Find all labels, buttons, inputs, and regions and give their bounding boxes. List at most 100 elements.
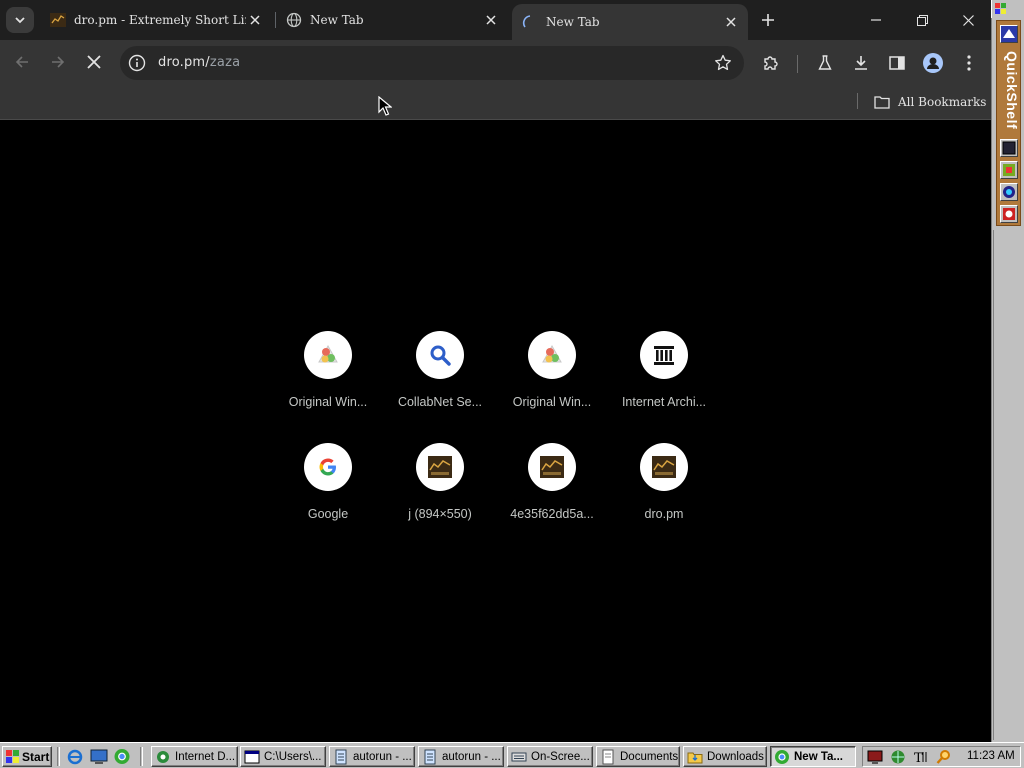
tab-dro-pm[interactable]: dro.pm - Extremely Short Link bbox=[40, 4, 272, 36]
extensions-button[interactable] bbox=[761, 53, 781, 73]
back-button[interactable] bbox=[8, 48, 36, 76]
shortcut-tile[interactable]: dro.pm bbox=[608, 443, 720, 543]
taskbar-task[interactable]: Internet D... bbox=[151, 746, 238, 767]
notepad-icon bbox=[335, 749, 347, 764]
quickshelf-item[interactable] bbox=[1000, 183, 1018, 201]
flask-icon bbox=[818, 55, 832, 70]
start-label: Start bbox=[22, 749, 50, 764]
original-win-icon bbox=[318, 344, 338, 363]
tab-title: dro.pm - Extremely Short Link bbox=[74, 13, 246, 27]
quickshelf-item[interactable] bbox=[1000, 139, 1018, 157]
task-label: autorun - ... bbox=[353, 750, 412, 763]
task-label: autorun - ... bbox=[442, 750, 501, 763]
keyboard-icon bbox=[511, 752, 527, 761]
bookmarks-separator bbox=[857, 93, 858, 109]
menu-button[interactable] bbox=[959, 53, 979, 73]
downloads-folder-icon bbox=[687, 752, 703, 763]
tab-search-button[interactable] bbox=[6, 7, 34, 33]
minimize-button[interactable] bbox=[861, 6, 891, 34]
taskbar-task[interactable]: autorun - ... bbox=[418, 746, 504, 767]
downloads-button[interactable] bbox=[851, 53, 871, 73]
shortcut-tile[interactable]: 4e35f62dd5a... bbox=[496, 443, 608, 543]
shortcut-icon-circle bbox=[304, 443, 352, 491]
tab-close-button[interactable] bbox=[246, 11, 264, 29]
dro-pm-icon bbox=[652, 456, 676, 478]
tab-close-button[interactable] bbox=[482, 11, 500, 29]
download-icon bbox=[855, 56, 867, 70]
dro-pm-icon bbox=[428, 456, 452, 478]
tab-new-tab[interactable]: New Tab bbox=[276, 4, 508, 36]
new-tab-button[interactable] bbox=[756, 8, 780, 32]
avatar-icon bbox=[923, 53, 943, 73]
tab-close-button[interactable] bbox=[722, 13, 740, 31]
taskbar-task-active[interactable]: New Ta... bbox=[770, 746, 856, 767]
more-vert-icon bbox=[967, 55, 971, 71]
star-icon[interactable] bbox=[714, 54, 732, 72]
system-tray: T 11:23 AM bbox=[862, 746, 1021, 767]
taskbar-task[interactable]: autorun - ... bbox=[329, 746, 415, 767]
close-icon bbox=[962, 14, 974, 26]
task-label: C:\Users\... bbox=[264, 750, 322, 763]
tab-strip: dro.pm - Extremely Short Link New Tab Ne… bbox=[0, 0, 991, 40]
all-bookmarks-button[interactable]: All Bookmarks bbox=[874, 92, 986, 112]
labs-button[interactable] bbox=[815, 53, 835, 73]
shortcut-tile[interactable]: Original Win... bbox=[272, 331, 384, 431]
new-tab-page: Original Win... CollabNet Se... Original… bbox=[0, 121, 991, 742]
taskbar-task[interactable]: C:\Users\... bbox=[240, 746, 326, 767]
info-icon[interactable] bbox=[128, 54, 146, 72]
show-desktop-icon[interactable] bbox=[90, 748, 108, 765]
google-g-icon bbox=[319, 458, 336, 476]
side-panel-button[interactable] bbox=[887, 53, 907, 73]
windows-flag-icon bbox=[995, 3, 1006, 14]
quickshelf-toolbar: QuickShelf bbox=[996, 20, 1021, 226]
close-icon bbox=[486, 15, 496, 25]
profile-button[interactable] bbox=[923, 53, 943, 73]
task-label: On-Scree... bbox=[531, 750, 590, 763]
quickshelf-logo-button[interactable] bbox=[1000, 25, 1018, 43]
shortcut-icon-circle bbox=[640, 443, 688, 491]
shortcut-icon-circle bbox=[640, 331, 688, 379]
shortcut-tile[interactable]: Original Win... bbox=[496, 331, 608, 431]
tab-new-tab-active[interactable]: New Tab bbox=[512, 4, 748, 40]
restore-button[interactable] bbox=[907, 6, 937, 34]
shortcut-icon-circle bbox=[416, 331, 464, 379]
ime-icon[interactable]: T bbox=[913, 749, 929, 765]
shortcut-tile[interactable]: Internet Archi... bbox=[608, 331, 720, 431]
taskbar-task[interactable]: On-Scree... bbox=[507, 746, 593, 767]
shortcut-tile[interactable]: CollabNet Se... bbox=[384, 331, 496, 431]
url-host: dro.pm/ bbox=[158, 55, 210, 70]
monitor-icon[interactable] bbox=[867, 749, 883, 765]
shortcut-tile[interactable]: Google bbox=[272, 443, 384, 543]
taskbar: Start Internet D... C:\Users\... autorun… bbox=[0, 742, 1024, 768]
shortcut-label: Internet Archi... bbox=[621, 395, 707, 409]
loading-icon bbox=[522, 15, 531, 28]
bookmarks-bar: All Bookmarks bbox=[0, 84, 991, 120]
ie-icon[interactable] bbox=[66, 748, 84, 765]
search-tray-icon[interactable] bbox=[936, 749, 952, 765]
stop-loading-button[interactable] bbox=[80, 48, 108, 76]
plus-icon bbox=[762, 14, 774, 26]
original-win-icon bbox=[542, 344, 562, 363]
start-button[interactable]: Start bbox=[2, 746, 52, 767]
network-globe-icon[interactable] bbox=[890, 749, 906, 765]
app-icon bbox=[1002, 141, 1016, 155]
forward-button[interactable] bbox=[44, 48, 72, 76]
close-window-button[interactable] bbox=[953, 6, 983, 34]
taskbar-task[interactable]: Downloads bbox=[683, 746, 767, 767]
folder-icon bbox=[874, 96, 890, 109]
shortcut-tile[interactable]: j (894×550) bbox=[384, 443, 496, 543]
quickshelf-item[interactable] bbox=[1000, 205, 1018, 223]
shortcut-label: Google bbox=[307, 507, 349, 521]
quickshelf-logo-icon bbox=[1003, 29, 1015, 38]
chrome-icon[interactable] bbox=[113, 748, 131, 765]
browser-toolbar: dro.pm/zaza bbox=[0, 40, 991, 84]
minimize-icon bbox=[871, 19, 881, 21]
quickshelf-item[interactable] bbox=[1000, 161, 1018, 179]
taskbar-task[interactable]: Documents bbox=[596, 746, 680, 767]
address-bar[interactable]: dro.pm/zaza bbox=[120, 46, 744, 80]
quickshelf-header bbox=[991, 0, 1024, 18]
task-label: Documents bbox=[620, 750, 679, 763]
app-icon bbox=[1003, 164, 1015, 176]
clock[interactable]: 11:23 AM bbox=[967, 750, 1015, 762]
url-text[interactable]: dro.pm/zaza bbox=[158, 55, 240, 70]
